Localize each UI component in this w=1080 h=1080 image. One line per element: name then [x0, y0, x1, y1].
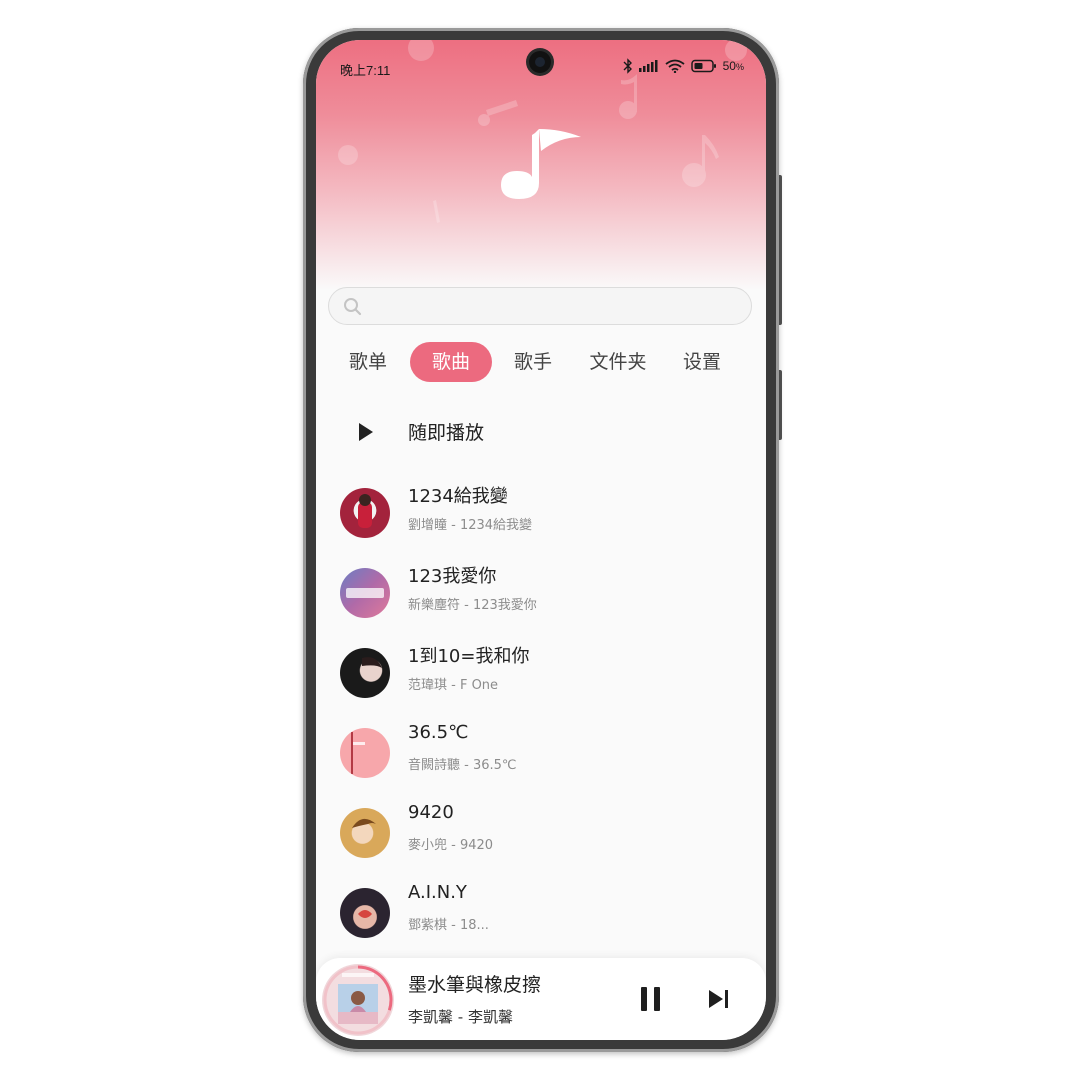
song-row[interactable]: A.I.N.Y 鄧紫棋 - 18...: [316, 880, 766, 950]
battery-level: 50%: [722, 59, 744, 73]
next-button[interactable]: [706, 986, 732, 1012]
cover-art-figure: [358, 910, 372, 918]
tab-playlists[interactable]: 歌单: [340, 342, 396, 382]
song-row[interactable]: 36.5℃ 音闕詩聽 - 36.5℃: [316, 720, 766, 790]
play-icon: [359, 423, 373, 441]
song-title: 1234給我變: [408, 486, 508, 507]
album-cover: [340, 728, 390, 778]
song-subtitle: 范瑋琪 - F One: [408, 678, 499, 693]
now-playing-bar[interactable]: 墨水筆與橡皮擦 李凱馨 - 李凱馨: [316, 958, 766, 1040]
tab-artists[interactable]: 歌手: [505, 342, 561, 382]
tab-folders[interactable]: 文件夹: [582, 342, 654, 382]
next-icon: [709, 990, 723, 1008]
battery-icon: [690, 59, 716, 73]
tab-settings[interactable]: 设置: [674, 342, 730, 382]
music-note-icon: [501, 129, 581, 199]
song-title: A.I.N.Y: [408, 882, 467, 903]
song-title: 36.5℃: [408, 722, 469, 743]
cover-art-text: [346, 588, 384, 598]
battery-unit: %: [735, 62, 744, 72]
song-subtitle: 鄧紫棋 - 18...: [408, 918, 489, 933]
wifi-icon: [665, 59, 685, 73]
status-bar: 晚上7:11 50%: [316, 40, 766, 96]
song-row[interactable]: 1234給我變 劉增瞳 - 1234給我變: [316, 480, 766, 550]
signal-icon: [638, 60, 658, 72]
cover-art-figure: [352, 818, 376, 828]
cover-art-thermometer: [351, 732, 365, 774]
song-row[interactable]: 1到10=我和你 范瑋琪 - F One: [316, 640, 766, 710]
bluetooth-icon: [623, 58, 632, 74]
now-playing-cover[interactable]: [322, 964, 394, 1036]
pause-icon: [641, 987, 647, 1011]
shuffle-play-row[interactable]: 随即播放: [316, 410, 766, 454]
status-icons: 50%: [623, 58, 744, 74]
album-cover: [340, 648, 390, 698]
album-cover: [340, 568, 390, 618]
cover-art-figure: [362, 657, 382, 668]
song-subtitle: 新樂塵符 - 123我愛你: [408, 598, 537, 613]
album-cover: [340, 808, 390, 858]
song-subtitle: 麥小兜 - 9420: [408, 838, 494, 853]
album-cover: [340, 888, 390, 938]
song-row[interactable]: 9420 麥小兜 - 9420: [316, 800, 766, 870]
now-playing-subtitle: 李凱馨 - 李凱馨: [408, 1008, 513, 1026]
song-title: 1到10=我和你: [408, 646, 530, 667]
search-bar[interactable]: [328, 287, 752, 325]
tab-songs[interactable]: 歌曲: [410, 342, 492, 382]
shuffle-play-label: 随即播放: [408, 422, 485, 444]
cover-art-figure: [358, 494, 372, 528]
song-title: 123我愛你: [408, 566, 497, 587]
pause-button[interactable]: [638, 984, 664, 1014]
search-icon: [344, 298, 362, 316]
search-input[interactable]: [369, 294, 743, 320]
front-camera: [529, 51, 551, 73]
song-row[interactable]: 123我愛你 新樂塵符 - 123我愛你: [316, 560, 766, 630]
tab-bar: 歌单 歌曲 歌手 文件夹 设置: [316, 342, 766, 382]
song-subtitle: 音闕詩聽 - 36.5℃: [408, 758, 517, 773]
app-screen: 晚上7:11 50% 歌单 歌曲 歌手 文件夹 设置 随即播放 1234給我變 …: [316, 40, 766, 1040]
album-cover: [340, 488, 390, 538]
now-playing-title: 墨水筆與橡皮擦: [408, 974, 542, 996]
status-time: 晚上7:11: [340, 63, 391, 78]
song-subtitle: 劉增瞳 - 1234給我變: [408, 518, 533, 533]
song-title: 9420: [408, 802, 454, 823]
